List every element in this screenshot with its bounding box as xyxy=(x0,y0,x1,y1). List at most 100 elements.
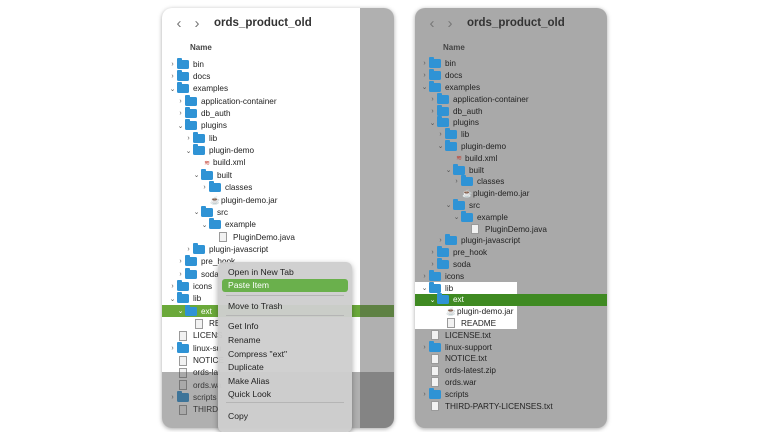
list-item[interactable]: ☕ plugin-demo.jar xyxy=(415,188,607,200)
chevron-down-icon[interactable]: ⌄ xyxy=(428,119,437,127)
list-item[interactable]: ≋ build.xml xyxy=(415,152,607,164)
folder-icon xyxy=(177,279,189,291)
list-item[interactable]: NOTICE.txt xyxy=(415,353,607,365)
menu-item-duplicate[interactable]: Duplicate xyxy=(222,361,348,374)
name-column-header[interactable]: Name xyxy=(415,40,607,56)
list-item[interactable]: › docs xyxy=(415,69,607,82)
list-item[interactable]: ords.war xyxy=(415,377,607,389)
chevron-right-icon[interactable]: › xyxy=(168,345,177,352)
menu-item-make-alias[interactable]: Make Alias xyxy=(222,375,348,388)
back-icon[interactable]: ‹ xyxy=(170,15,188,32)
list-item-label: README xyxy=(461,318,497,328)
list-item[interactable]: PluginDemo.java xyxy=(415,223,607,235)
chevron-right-icon[interactable]: › xyxy=(200,184,209,191)
list-item[interactable]: ⌄ examples xyxy=(415,80,607,94)
chevron-down-icon[interactable]: ⌄ xyxy=(200,221,209,229)
list-item[interactable]: ⌄ plugin-demo xyxy=(415,139,607,153)
list-item[interactable]: ⌄ lib xyxy=(415,281,517,294)
list-item-label: example xyxy=(477,212,508,222)
chevron-right-icon[interactable]: › xyxy=(428,261,437,268)
chevron-right-icon[interactable]: › xyxy=(420,273,429,280)
chevron-right-icon[interactable]: › xyxy=(420,72,429,79)
list-item[interactable]: README xyxy=(415,317,517,330)
chevron-right-icon[interactable]: › xyxy=(428,249,437,256)
list-item[interactable]: › soda xyxy=(415,257,607,271)
chevron-right-icon[interactable]: › xyxy=(168,61,177,68)
chevron-down-icon[interactable]: ⌄ xyxy=(168,85,177,93)
folder-icon xyxy=(445,139,457,151)
list-item-label: bin xyxy=(445,59,456,69)
list-item-label: src xyxy=(469,200,480,210)
folder-icon xyxy=(429,80,441,92)
list-item[interactable]: ⌄ example xyxy=(415,210,607,223)
chevron-down-icon[interactable]: ⌄ xyxy=(420,284,429,292)
chevron-right-icon[interactable]: › xyxy=(176,110,185,117)
list-item[interactable]: ⌄ ext xyxy=(415,293,607,306)
back-icon[interactable]: ‹ xyxy=(423,15,441,32)
menu-item-get-info[interactable]: Get Info xyxy=(222,320,348,333)
chevron-right-icon[interactable]: › xyxy=(436,131,445,138)
list-item-label: bin xyxy=(193,59,204,69)
list-item[interactable]: ⌄ src xyxy=(415,198,607,212)
list-item-label: soda xyxy=(453,259,471,269)
menu-item-quick-look[interactable]: Quick Look xyxy=(222,388,348,401)
forward-icon[interactable]: › xyxy=(441,15,459,32)
menu-item-move-to-trash[interactable]: Move to Trash xyxy=(222,300,348,313)
list-item[interactable]: › plugin-javascript xyxy=(415,234,607,247)
chevron-right-icon[interactable]: › xyxy=(452,178,461,185)
list-item[interactable]: › classes xyxy=(415,175,607,188)
list-item[interactable]: › lib xyxy=(415,128,607,141)
list-item[interactable]: THIRD-PARTY-LICENSES.txt xyxy=(415,400,607,412)
chevron-right-icon[interactable]: › xyxy=(428,96,437,103)
chevron-right-icon[interactable]: › xyxy=(436,237,445,244)
chevron-right-icon[interactable]: › xyxy=(428,108,437,115)
list-item[interactable]: ⌄ plugins xyxy=(415,116,607,129)
chevron-down-icon[interactable]: ⌄ xyxy=(192,208,201,216)
list-item[interactable]: ☕ plugin-demo.jar xyxy=(415,305,517,318)
chevron-down-icon[interactable]: ⌄ xyxy=(168,295,177,303)
chevron-right-icon[interactable]: › xyxy=(176,98,185,105)
list-item[interactable]: › bin xyxy=(415,57,607,70)
chevron-down-icon[interactable]: ⌄ xyxy=(184,147,193,155)
chevron-down-icon[interactable]: ⌄ xyxy=(436,142,445,150)
chevron-right-icon[interactable]: › xyxy=(420,391,429,398)
list-item[interactable]: › scripts xyxy=(415,387,607,400)
window-title: ords_product_old xyxy=(467,17,565,29)
menu-item-rename[interactable]: Rename xyxy=(222,334,348,347)
forward-icon[interactable]: › xyxy=(188,15,206,32)
chevron-down-icon[interactable]: ⌄ xyxy=(192,171,201,179)
menu-item-compress-ext[interactable]: Compress "ext" xyxy=(222,348,348,361)
chevron-right-icon[interactable]: › xyxy=(420,60,429,67)
menu-item-paste-item[interactable]: Paste Item xyxy=(222,279,348,292)
chevron-right-icon[interactable]: › xyxy=(184,135,193,142)
list-item[interactable]: LICENSE.txt xyxy=(415,329,607,341)
list-item[interactable]: › linux-support xyxy=(415,340,607,353)
list-item[interactable]: ⌄ built xyxy=(415,163,607,176)
document-icon xyxy=(179,355,187,366)
chevron-down-icon[interactable]: ⌄ xyxy=(420,83,429,91)
chevron-right-icon[interactable]: › xyxy=(168,73,177,80)
list-item-label: src xyxy=(217,207,228,217)
chevron-down-icon[interactable]: ⌄ xyxy=(444,201,453,209)
list-item[interactable]: › pre_hook xyxy=(415,246,607,259)
list-item[interactable]: › db_auth xyxy=(415,104,607,117)
list-item-label: plugin-javascript xyxy=(461,236,521,246)
document-icon xyxy=(471,224,479,235)
chevron-down-icon[interactable]: ⌄ xyxy=(452,213,461,221)
chevron-down-icon[interactable]: ⌄ xyxy=(444,166,453,174)
list-item-label: plugin-demo.jar xyxy=(221,195,278,205)
menu-item-copy[interactable]: Copy xyxy=(222,410,348,423)
chevron-down-icon[interactable]: ⌄ xyxy=(428,296,437,304)
list-item[interactable]: › application-container xyxy=(415,92,607,105)
chevron-down-icon[interactable]: ⌄ xyxy=(176,307,185,315)
list-item[interactable]: › icons xyxy=(415,269,607,282)
list-item[interactable]: ords-latest.zip xyxy=(415,365,607,377)
chevron-right-icon[interactable]: › xyxy=(168,283,177,290)
chevron-right-icon[interactable]: › xyxy=(176,258,185,265)
chevron-right-icon[interactable]: › xyxy=(176,271,185,278)
chevron-right-icon[interactable]: › xyxy=(420,344,429,351)
menu-item-open-in-new-tab[interactable]: Open in New Tab xyxy=(222,266,348,279)
chevron-right-icon[interactable]: › xyxy=(184,246,193,253)
folder-icon xyxy=(461,175,473,187)
chevron-down-icon[interactable]: ⌄ xyxy=(176,122,185,130)
